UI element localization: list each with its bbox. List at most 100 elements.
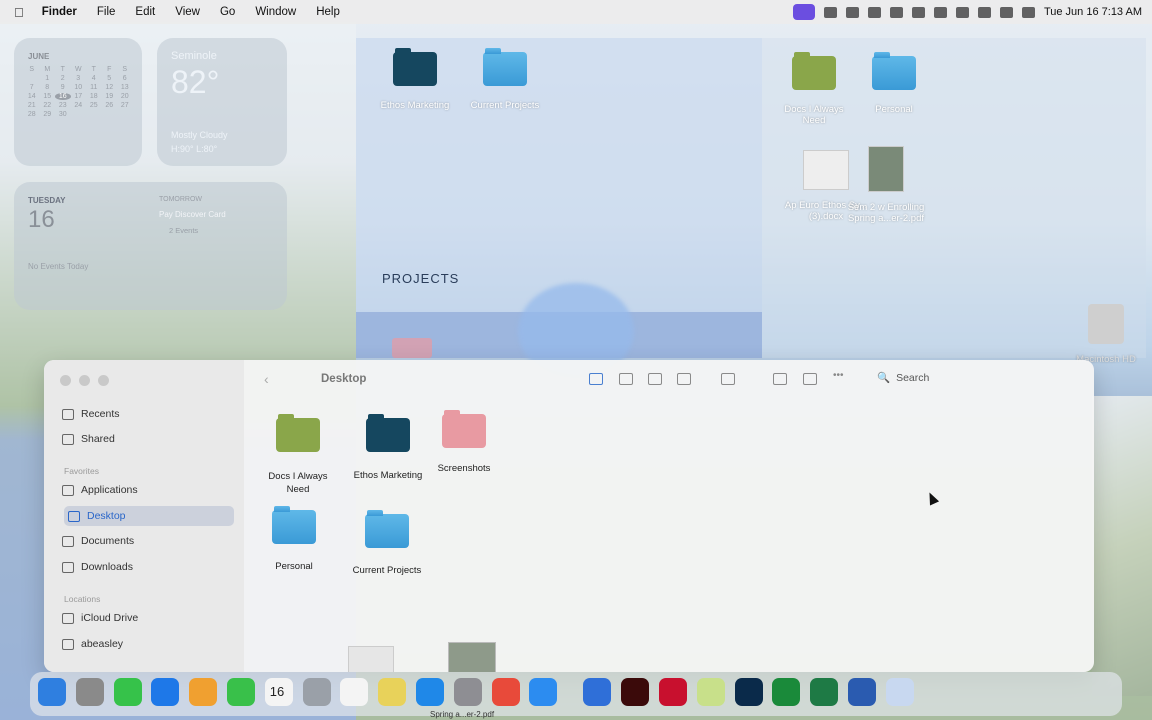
chrome-icon[interactable] (491, 678, 520, 706)
desktop-folder-label: Ethos Marketing (380, 100, 450, 111)
calendar-day: 7 (29, 84, 34, 91)
events-no-events: No Events Today (28, 262, 89, 271)
sidebar-item-documents[interactable]: Documents (62, 531, 134, 551)
display-icon[interactable] (911, 6, 925, 18)
list-view-icon[interactable] (619, 373, 633, 385)
wifi-icon[interactable] (955, 6, 969, 18)
preview-icon[interactable] (885, 678, 914, 706)
calendar-day: 9 (60, 84, 65, 91)
record-icon[interactable] (867, 6, 881, 18)
finder-folder[interactable]: Current Projects (347, 510, 427, 576)
sidebar-item-applications[interactable]: Applications (62, 480, 138, 500)
desktop-file[interactable]: Sem 2 w Enrolling Spring a...er-2.pdf (836, 146, 936, 224)
messages-icon[interactable] (113, 678, 142, 706)
finder-folder[interactable]: Personal (254, 506, 334, 572)
menu-view[interactable]: View (165, 6, 210, 18)
menu-file[interactable]: File (87, 6, 126, 18)
notes-icon[interactable] (378, 678, 407, 706)
finder-icon[interactable] (38, 678, 66, 706)
calendar-day: 30 (58, 111, 67, 118)
tag-icon[interactable] (803, 373, 817, 385)
menu-edit[interactable]: Edit (125, 6, 165, 18)
finder-window[interactable]: Recents Shared Favorites Applications De… (44, 360, 1094, 672)
grid-view-icon[interactable] (589, 373, 603, 385)
extension-icon[interactable] (845, 6, 859, 18)
screen-record-icon[interactable] (792, 4, 815, 20)
calendar-widget[interactable]: JUNE S M T W T F S 1 2 3 4 5 6 7 8 9 10 11 12 13 14 15 16 17 18 1… (14, 38, 142, 166)
sidebar-item-label: Applications (81, 484, 138, 496)
column-view-icon[interactable] (648, 373, 662, 385)
minimize-button[interactable] (79, 375, 90, 386)
desktop-folder[interactable]: Personal (854, 52, 934, 115)
reminders-icon[interactable] (340, 678, 369, 706)
share-icon[interactable] (773, 373, 787, 385)
battery-icon[interactable] (933, 6, 947, 18)
pdf-thumbnail-icon[interactable] (448, 642, 496, 672)
sidebar-item-recents[interactable]: Recents (62, 404, 120, 424)
photoshop-icon[interactable] (734, 678, 763, 706)
document-icon (62, 535, 74, 547)
contacts-icon[interactable] (302, 678, 331, 706)
acrobat-icon[interactable] (659, 678, 687, 706)
settings-icon[interactable] (453, 678, 482, 706)
desktop-folder-label: Personal (875, 104, 913, 115)
app-store-alt-icon[interactable] (151, 678, 180, 706)
finder-folder[interactable]: Ethos Marketing (348, 414, 428, 481)
calendar-weekday: M (44, 66, 51, 73)
calendar-day: 12 (105, 84, 114, 91)
menu-window[interactable]: Window (245, 6, 306, 18)
back-icon[interactable]: ‹ (264, 371, 269, 387)
apple-menu-icon[interactable]:  (0, 5, 32, 20)
finder-folder[interactable]: Screenshots (424, 410, 504, 474)
word-icon[interactable] (848, 678, 876, 706)
sidebar-item-downloads[interactable]: Downloads (62, 557, 133, 577)
hard-drive-icon (1088, 304, 1124, 344)
group-icon[interactable] (721, 373, 735, 385)
sidebar-item-shared[interactable]: Shared (62, 429, 115, 449)
menu-help[interactable]: Help (306, 6, 350, 18)
drive-icon-item[interactable]: Macintosh HD (1068, 304, 1144, 365)
calendar-day: 22 (43, 102, 52, 109)
desktop-folder[interactable]: Ethos Marketing (372, 48, 458, 111)
menu-app-name[interactable]: Finder (32, 6, 87, 18)
desktop-folder[interactable]: Docs I Always Need (774, 52, 854, 126)
sidebar-item-label: Documents (81, 535, 135, 547)
search-field[interactable]: 🔍 Search (877, 371, 929, 385)
menu-go[interactable]: Go (210, 6, 245, 18)
sidebar-item-user[interactable]: abeasley (62, 634, 123, 654)
dock-tooltip-label: Spring a...er-2.pdf (430, 710, 495, 719)
launchpad-icon[interactable] (75, 678, 104, 706)
app-store-icon[interactable] (416, 678, 444, 706)
calendar-weekday: S (122, 66, 128, 73)
excel-icon[interactable] (810, 678, 839, 706)
finder-folder[interactable]: Docs I Always Need (258, 414, 338, 496)
desktop-folder[interactable]: Current Projects (462, 48, 548, 111)
mail-icon[interactable] (583, 678, 612, 706)
photos-icon[interactable] (189, 678, 218, 706)
folder-icon[interactable] (392, 338, 432, 358)
gallery-view-icon[interactable] (677, 373, 691, 385)
document-icon[interactable] (348, 646, 394, 672)
search-icon[interactable] (977, 6, 991, 18)
download-icon (62, 561, 74, 573)
close-button[interactable] (60, 375, 71, 386)
clock[interactable]: Tue Jun 16 7:13 AM (1044, 6, 1142, 18)
sync-icon[interactable] (889, 6, 903, 18)
siri-icon[interactable] (1021, 6, 1035, 18)
facetime-icon[interactable] (227, 678, 255, 706)
home-icon (62, 638, 74, 650)
zoom-button[interactable] (98, 375, 109, 386)
sidebar-item-desktop[interactable]: Desktop (64, 506, 234, 526)
weather-widget[interactable]: Seminole 82° Mostly Cloudy H:90° L:80° (157, 38, 287, 166)
calendar-day: 18 (89, 93, 98, 100)
sidebar-item-icloud[interactable]: iCloud Drive (62, 608, 138, 628)
numbers-icon[interactable] (772, 678, 801, 706)
more-icon[interactable]: ••• (833, 370, 847, 382)
safari-icon[interactable] (529, 678, 558, 706)
folder-icon (792, 52, 836, 90)
events-widget[interactable]: TUESDAY 16 No Events Today TOMORROW Pay … (14, 182, 287, 310)
control-center-icon[interactable] (999, 6, 1013, 18)
creative-cloud-icon[interactable] (823, 6, 837, 18)
illustrator-icon[interactable] (621, 678, 650, 706)
files-icon[interactable] (696, 678, 725, 706)
